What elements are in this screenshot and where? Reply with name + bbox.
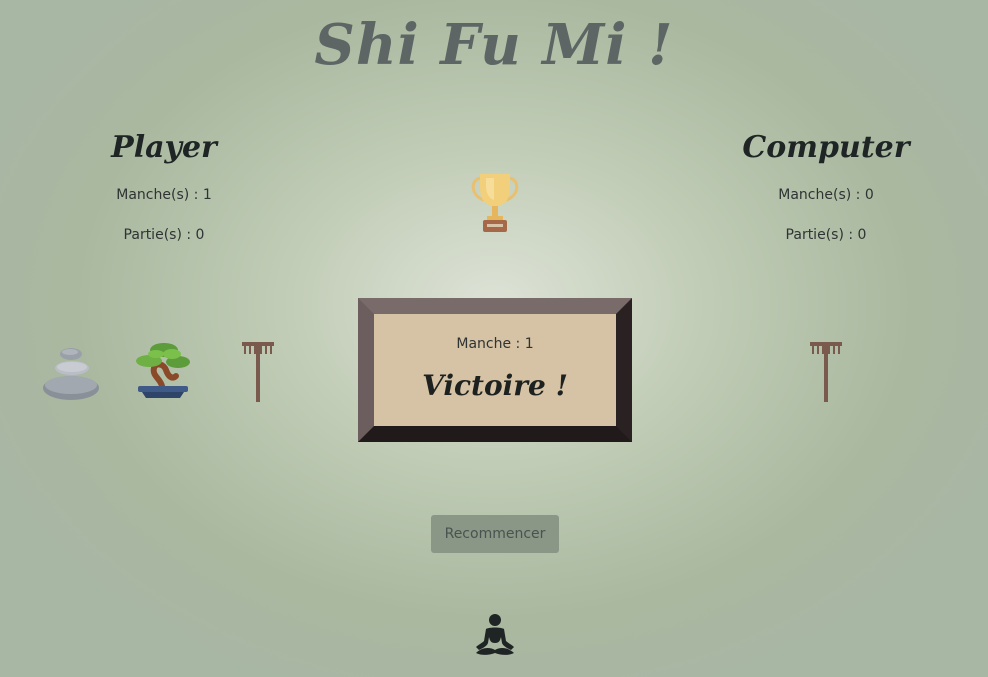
player-name: Player [111, 130, 217, 165]
rake-icon[interactable] [240, 338, 276, 404]
player-games-count: Partie(s) : 0 [123, 227, 205, 243]
player-score-panel: Player Manche(s) : 1 Partie(s) : 0 [54, 128, 274, 260]
page-title: Shi Fu Mi ! [314, 12, 674, 78]
computer-name: Computer [742, 130, 910, 165]
stones-icon[interactable] [40, 344, 102, 402]
trophy-icon [468, 170, 522, 236]
meditation-icon [472, 613, 518, 659]
player-rounds-count: Manche(s) : 1 [116, 187, 212, 203]
result-board-content: Manche : 1 Victoire ! [374, 314, 616, 426]
result-board: Manche : 1 Victoire ! [358, 298, 632, 442]
computer-games-count: Partie(s) : 0 [785, 227, 867, 243]
computer-score-panel: Computer Manche(s) : 0 Partie(s) : 0 [716, 128, 936, 260]
bonsai-icon[interactable] [132, 340, 194, 402]
computer-rounds-count: Manche(s) : 0 [778, 187, 874, 203]
round-result: Victoire ! [422, 369, 568, 402]
round-number: Manche : 1 [456, 336, 534, 352]
rake-icon [808, 338, 844, 404]
restart-button[interactable]: Recommencer [431, 515, 559, 553]
